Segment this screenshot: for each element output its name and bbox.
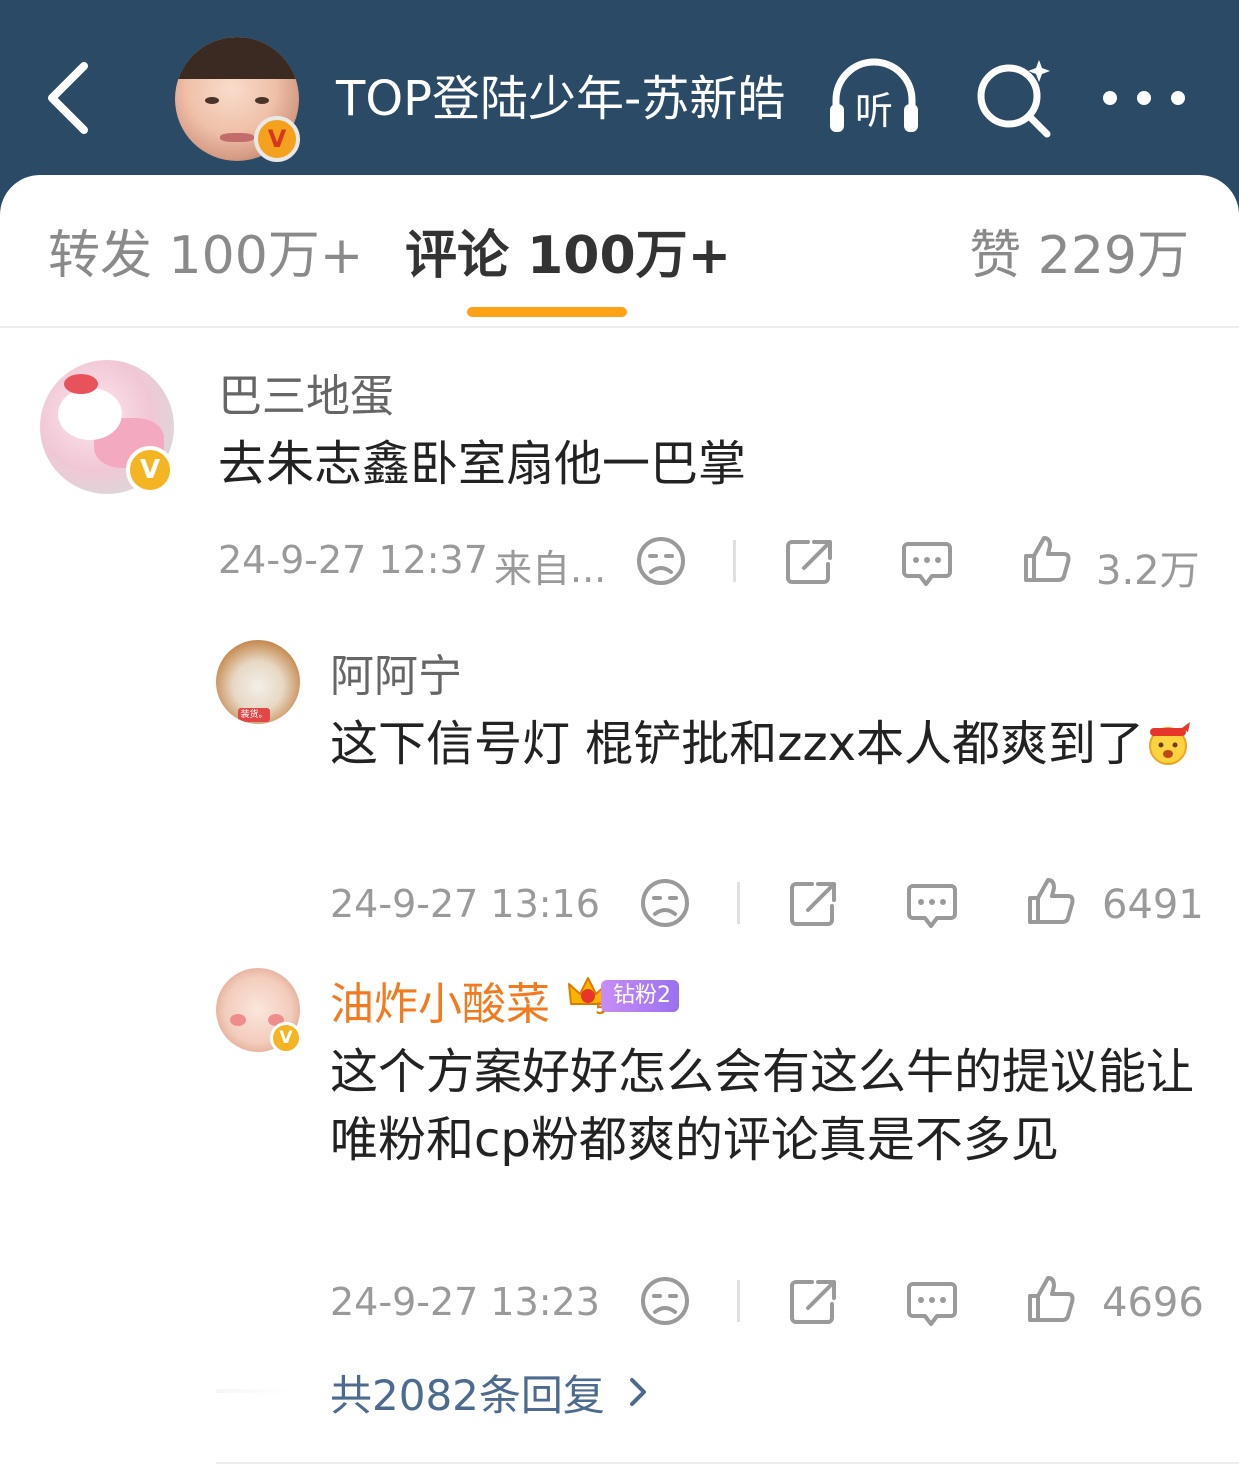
comment-time: 24-9-27 12:37 [218,538,488,582]
action-divider [733,540,736,582]
comment-username[interactable]: 巴三地蛋 [218,360,394,424]
more-replies-link[interactable]: 共2082条回复 [330,1362,605,1423]
comment-username[interactable]: 油炸小酸菜 [330,968,550,1032]
comment-time: 24-9-27 13:16 [330,882,600,926]
verified-badge: V [126,446,174,494]
fan-badge-label: 钻粉2 [601,980,679,1012]
tab-comments[interactable]: 评论 100万+ [405,223,731,289]
reply-icon[interactable] [905,1276,959,1330]
comment-source: 来自... [494,547,607,591]
like-count: 6491 [1102,882,1204,928]
comment-text: 这下信号灯 棍铲批和zzx本人都爽到了 [330,710,1210,778]
reply-icon[interactable] [900,536,954,590]
listen-label: 听 [855,89,893,133]
tab-likes[interactable]: 赞 229万 [969,223,1189,289]
commenter-avatar[interactable]: 装货。 [216,640,300,724]
comment-text: 去朱志鑫卧室扇他一巴掌 [218,436,747,492]
like-count: 3.2万 [1096,548,1200,594]
dislike-icon[interactable] [634,534,688,588]
dislike-icon[interactable] [638,876,692,930]
cheer-emoji-icon [1149,722,1191,765]
replies-fade-divider [216,1389,292,1393]
like-icon[interactable] [1024,874,1078,928]
avatar-tag: 装货。 [238,708,270,722]
action-divider [737,882,740,924]
fan-badge[interactable]: 5 钻粉2 [567,974,679,1016]
dislike-icon[interactable] [638,1274,692,1328]
page-title: TOP登陆少年-苏新皓 [336,71,786,127]
top-bar: V TOP登陆少年-苏新皓 听 [0,0,1239,200]
share-icon[interactable] [782,534,836,588]
tab-reposts[interactable]: 转发 100万+ [48,223,363,289]
comment-divider [216,1462,1239,1464]
share-icon[interactable] [786,1274,840,1328]
more-icon[interactable] [1100,80,1188,116]
active-tab-indicator [467,307,627,317]
chevron-right-icon[interactable] [624,1374,652,1410]
reply-icon[interactable] [905,878,959,932]
back-icon[interactable] [40,58,100,138]
tabs-divider [0,326,1239,328]
action-divider [737,1280,740,1322]
verified-badge: V [254,116,300,162]
search-icon[interactable] [975,58,1055,138]
verified-badge: V [270,1022,302,1054]
like-count: 4696 [1102,1280,1204,1326]
comment-username[interactable]: 阿阿宁 [330,640,462,704]
like-icon[interactable] [1020,532,1074,586]
listen-icon[interactable]: 听 [826,56,922,136]
like-icon[interactable] [1024,1272,1078,1326]
comment-text: 这个方案好好怎么会有这么牛的提议能让唯粉和cp粉都爽的评论真是不多见 [330,1044,1195,1168]
comment-time: 24-9-27 13:23 [330,1280,600,1324]
share-icon[interactable] [786,876,840,930]
